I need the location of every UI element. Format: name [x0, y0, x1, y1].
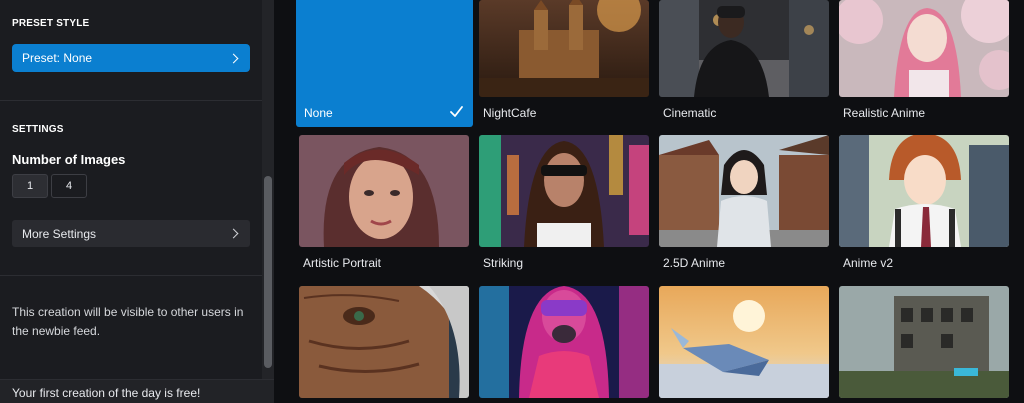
preset-thumbnail: [659, 135, 829, 247]
preset-thumbnail: [839, 135, 1009, 247]
preset-button-label: Preset: None: [22, 51, 93, 65]
divider: [0, 100, 262, 101]
number-of-images-label: Number of Images: [12, 152, 126, 167]
preset-label: Anime v2: [843, 256, 894, 270]
chevron-right-icon: [228, 53, 239, 63]
footer-bar: Your first creation of the day is free!: [0, 379, 274, 403]
divider: [0, 275, 262, 276]
preset-thumbnail: [479, 286, 649, 398]
sidebar: PRESET STYLE Preset: None SETTINGS Numbe…: [0, 0, 262, 403]
preset-thumbnail: [659, 286, 829, 398]
settings-heading: SETTINGS: [12, 124, 64, 135]
number-option-4[interactable]: 4: [51, 174, 87, 198]
more-settings-label: More Settings: [22, 226, 97, 241]
preset-label: None: [304, 106, 333, 120]
preset-thumbnail: [839, 286, 1009, 398]
preset-thumbnail: [479, 135, 649, 247]
preset-label: Artistic Portrait: [303, 256, 382, 270]
preset-select-button[interactable]: Preset: None: [12, 44, 250, 72]
preset-label: Realistic Anime: [843, 106, 926, 120]
preset-label: Cinematic: [663, 106, 717, 120]
free-creation-note: Your first creation of the day is free!: [12, 386, 201, 400]
preset-thumbnail: [659, 0, 829, 97]
preset-style-heading: PRESET STYLE: [12, 18, 90, 29]
chevron-right-icon: [228, 228, 239, 239]
sidebar-scrollbar-thumb[interactable]: [264, 176, 272, 368]
more-settings-button[interactable]: More Settings: [12, 220, 250, 247]
preset-label: NightCafe: [483, 106, 537, 120]
preset-label: Striking: [483, 256, 524, 270]
visibility-note: This creation will be visible to other u…: [12, 305, 244, 338]
preset-thumbnail: [479, 0, 649, 97]
preset-thumbnail: [839, 0, 1009, 97]
preset-thumbnail: [299, 286, 469, 398]
number-option-1[interactable]: 1: [12, 174, 48, 198]
preset-card-none[interactable]: None: [296, 0, 473, 127]
preset-label: 2.5D Anime: [663, 256, 726, 270]
preset-thumbnail: [299, 135, 469, 247]
check-icon: [450, 106, 463, 117]
